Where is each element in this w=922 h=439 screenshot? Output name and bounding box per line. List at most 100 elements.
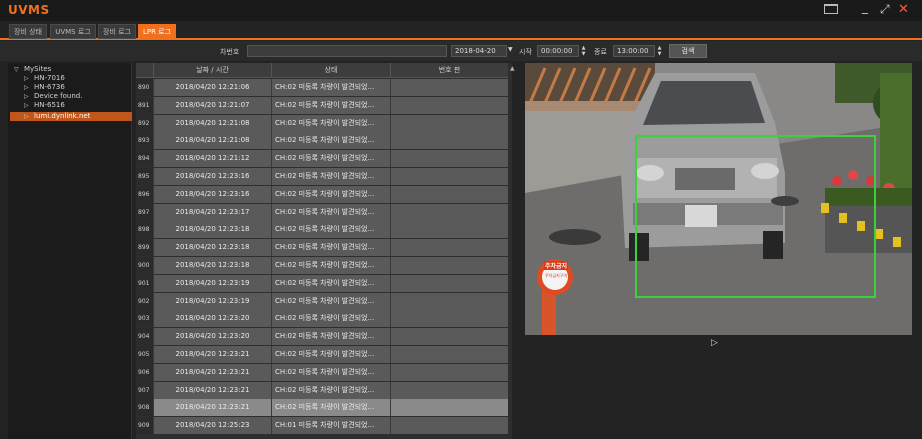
cell-plate <box>390 328 508 346</box>
table-row[interactable]: 908 2018/04/20 12:23:21 CH:02 미등록 차량이 발견되었… <box>136 399 508 417</box>
app-title: UVMS <box>8 3 50 17</box>
play-icon[interactable]: ▷ <box>711 338 718 348</box>
cell-status: CH:02 미등록 차량이 발견되었... <box>271 114 390 132</box>
table-row[interactable]: 898 2018/04/20 12:23:18 CH:02 미등록 차량이 발견되었… <box>136 221 508 239</box>
cell-datetime: 2018/04/20 12:21:12 <box>153 150 271 168</box>
tree-root[interactable]: ▽ MySites <box>14 65 51 74</box>
collapsed-icon[interactable]: ▷ <box>24 101 34 110</box>
cell-plate <box>390 310 508 328</box>
table-row[interactable]: 893 2018/04/20 12:21:08 CH:02 미등록 차량이 발견되었… <box>136 132 508 150</box>
row-number: 898 <box>136 221 153 239</box>
collapsed-icon[interactable]: ▷ <box>24 112 34 121</box>
plate-label: 차번호 <box>220 48 240 56</box>
cell-status: CH:02 미등록 차량이 발견되었... <box>271 132 390 150</box>
tab-device-log[interactable]: 장비 로그 <box>98 24 136 39</box>
tree-item[interactable]: ▷ HN-6516 <box>24 101 65 110</box>
date-dropdown-icon[interactable]: ▼ <box>508 46 513 53</box>
start-label: 시작 <box>519 48 532 56</box>
row-number: 896 <box>136 185 153 203</box>
minimize-icon[interactable]: _ <box>862 0 868 14</box>
cell-datetime: 2018/04/20 12:23:18 <box>153 221 271 239</box>
row-number: 902 <box>136 292 153 310</box>
row-cells: 2018/04/20 12:23:18 CH:02 미등록 차량이 발견되었... <box>153 239 508 257</box>
table-row[interactable]: 892 2018/04/20 12:21:08 CH:02 미등록 차량이 발견되었… <box>136 114 508 132</box>
cell-datetime: 2018/04/20 12:23:16 <box>153 168 271 185</box>
table-row[interactable]: 900 2018/04/20 12:23:18 CH:02 미등록 차량이 발견되었… <box>136 257 508 274</box>
table-row[interactable]: 906 2018/04/20 12:23:21 CH:02 미등록 차량이 발견되었… <box>136 363 508 381</box>
search-bar: 차번호 2018-04-20 ▼ 시작 00:00:00 ▲ ▼ 종료 13:00… <box>0 41 922 61</box>
row-cells: 2018/04/20 12:21:07 CH:02 미등록 차량이 발견되었... <box>153 96 508 114</box>
search-button[interactable]: 검색 <box>669 44 707 58</box>
cell-plate <box>390 150 508 168</box>
table-header: 날짜 / 시간 상태 번호 판 <box>136 63 508 78</box>
table-row[interactable]: 901 2018/04/20 12:23:19 CH:02 미등록 차량이 발견되었… <box>136 274 508 292</box>
tab-uvms-log[interactable]: UVMS 로그 <box>50 24 96 39</box>
cell-plate <box>390 221 508 239</box>
table-row[interactable]: 891 2018/04/20 12:21:07 CH:02 미등록 차량이 발견되었… <box>136 96 508 114</box>
table-row[interactable]: 909 2018/04/20 12:25:23 CH:01 미등록 차량이 발견되었… <box>136 417 508 435</box>
cell-status: CH:02 미등록 차량이 발견되었... <box>271 274 390 292</box>
maximize-icon[interactable]: ⤢ <box>880 2 890 17</box>
cell-datetime: 2018/04/20 12:23:16 <box>153 185 271 203</box>
tree-item-selected[interactable]: ▷ lumi.dynlink.net <box>10 112 132 121</box>
table-row[interactable]: 899 2018/04/20 12:23:18 CH:02 미등록 차량이 발견되었… <box>136 239 508 257</box>
row-cells: 2018/04/20 12:23:21 CH:02 미등록 차량이 발견되었... <box>153 381 508 399</box>
cell-status: CH:02 미등록 차량이 발견되었... <box>271 168 390 185</box>
tab-device-status[interactable]: 장비 상태 <box>9 24 47 39</box>
table-row[interactable]: 903 2018/04/20 12:23:20 CH:02 미등록 차량이 발견되었… <box>136 310 508 328</box>
end-time-field[interactable]: 13:00:00 <box>613 45 655 57</box>
tab-bar: 장비 상태 UVMS 로그 장비 로그 LPR 로그 <box>0 21 922 40</box>
row-number: 909 <box>136 417 153 435</box>
collapsed-icon[interactable]: ▷ <box>24 83 34 92</box>
tree-item[interactable]: ▷ HN-7016 <box>24 74 65 83</box>
row-cells: 2018/04/20 12:23:18 CH:02 미등록 차량이 발견되었... <box>153 221 508 239</box>
tree-item[interactable]: ▷ Device found. <box>24 92 82 101</box>
cell-plate <box>390 399 508 417</box>
cell-plate <box>390 346 508 363</box>
plate-input[interactable] <box>247 45 447 57</box>
table-row[interactable]: 905 2018/04/20 12:23:21 CH:02 미등록 차량이 발견되었… <box>136 346 508 363</box>
cell-status: CH:02 미등록 차량이 발견되었... <box>271 79 390 96</box>
tree-item[interactable]: ▷ HN-6736 <box>24 83 65 92</box>
cell-datetime: 2018/04/20 12:23:17 <box>153 203 271 221</box>
column-header-plate[interactable]: 번호 판 <box>390 63 508 78</box>
title-bar: UVMS _ ⤢ ✕ <box>0 0 922 21</box>
collapsed-icon[interactable]: ▷ <box>24 74 34 83</box>
table-row[interactable]: 907 2018/04/20 12:23:21 CH:02 미등록 차량이 발견되었… <box>136 381 508 399</box>
cell-datetime: 2018/04/20 12:23:21 <box>153 399 271 417</box>
monitor-icon[interactable] <box>824 4 838 14</box>
column-header-status[interactable]: 상태 <box>271 63 390 78</box>
start-time-field[interactable]: 00:00:00 <box>537 45 579 57</box>
cell-status: CH:02 미등록 차량이 발견되었... <box>271 257 390 274</box>
start-spinner-icon[interactable]: ▲ ▼ <box>580 45 587 57</box>
date-field[interactable]: 2018-04-20 <box>451 45 507 57</box>
cell-datetime: 2018/04/20 12:23:21 <box>153 381 271 399</box>
cell-status: CH:01 미등록 차량이 발견되었... <box>271 417 390 435</box>
cell-status: CH:02 미등록 차량이 발견되었... <box>271 310 390 328</box>
row-cells: 2018/04/20 12:21:08 CH:02 미등록 차량이 발견되었... <box>153 114 508 132</box>
cell-datetime: 2018/04/20 12:23:19 <box>153 274 271 292</box>
lpr-log-table: 날짜 / 시간 상태 번호 판 ▲ 890 2018/04/20 12:21:06… <box>136 63 515 439</box>
cell-datetime: 2018/04/20 12:23:19 <box>153 292 271 310</box>
scroll-up-icon[interactable]: ▲ <box>510 65 515 72</box>
tab-lpr-log[interactable]: LPR 로그 <box>138 24 176 39</box>
cell-datetime: 2018/04/20 12:23:18 <box>153 257 271 274</box>
expand-icon[interactable]: ▽ <box>14 65 24 74</box>
row-number: 906 <box>136 363 153 381</box>
end-spinner-icon[interactable]: ▲ ▼ <box>656 45 663 57</box>
table-row[interactable]: 902 2018/04/20 12:23:19 CH:02 미등록 차량이 발견되었… <box>136 292 508 310</box>
camera-view: 주차금지 주차금지구역 <box>525 63 912 335</box>
close-icon[interactable]: ✕ <box>898 2 909 17</box>
table-row[interactable]: 904 2018/04/20 12:23:20 CH:02 미등록 차량이 발견되었… <box>136 328 508 346</box>
table-row[interactable]: 897 2018/04/20 12:23:17 CH:02 미등록 차량이 발견되었… <box>136 203 508 221</box>
column-header-datetime[interactable]: 날짜 / 시간 <box>153 63 271 78</box>
table-row[interactable]: 894 2018/04/20 12:21:12 CH:02 미등록 차량이 발견되었… <box>136 150 508 168</box>
table-row[interactable]: 896 2018/04/20 12:23:16 CH:02 미등록 차량이 발견되었… <box>136 185 508 203</box>
table-row[interactable]: 890 2018/04/20 12:21:06 CH:02 미등록 차량이 발견되었… <box>136 79 508 96</box>
row-cells: 2018/04/20 12:21:12 CH:02 미등록 차량이 발견되었... <box>153 150 508 168</box>
cell-plate <box>390 132 508 150</box>
cell-plate <box>390 257 508 274</box>
collapsed-icon[interactable]: ▷ <box>24 92 34 101</box>
table-row[interactable]: 895 2018/04/20 12:23:16 CH:02 미등록 차량이 발견되었… <box>136 168 508 185</box>
row-cells: 2018/04/20 12:23:21 CH:02 미등록 차량이 발견되었... <box>153 363 508 381</box>
